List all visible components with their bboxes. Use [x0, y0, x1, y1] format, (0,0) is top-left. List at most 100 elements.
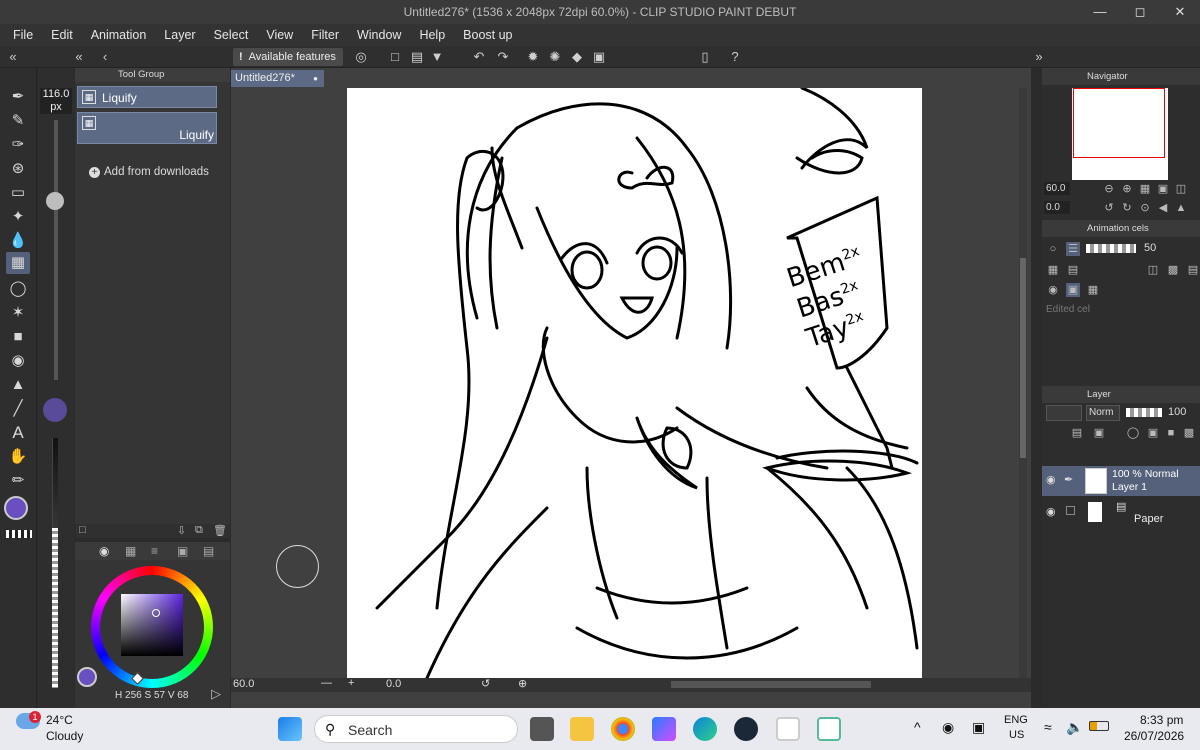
layer-color-swatch[interactable]: [1046, 405, 1082, 421]
layer-lock-alpha-icon[interactable]: ▩: [1182, 426, 1196, 440]
volume-icon[interactable]: 🔈: [1066, 719, 1083, 736]
task-view-icon[interactable]: [530, 717, 554, 741]
clip-studio-paint-icon[interactable]: [817, 717, 841, 741]
current-color-swatch[interactable]: [77, 667, 97, 687]
save-icon[interactable]: ▼: [428, 48, 446, 66]
nav-fit-icon[interactable]: ▣: [1156, 182, 1170, 196]
visibility-eye-icon[interactable]: ◉: [1046, 473, 1056, 486]
layer-new-icon[interactable]: ▤: [1070, 426, 1084, 440]
tray-app-icon[interactable]: ◉: [942, 719, 954, 736]
decoration-tool-icon[interactable]: ✦: [6, 206, 30, 228]
open-file-icon[interactable]: ▤: [408, 48, 426, 66]
collapse-right-icon[interactable]: »: [1030, 48, 1048, 66]
search-box[interactable]: ⚲ Search: [314, 715, 518, 743]
subtool-delete-icon[interactable]: 🗑: [213, 524, 227, 537]
start-icon[interactable]: [278, 717, 302, 741]
cel-new-icon[interactable]: ▦: [1046, 263, 1060, 277]
cel-folder-open-icon[interactable]: ◫: [1146, 263, 1160, 277]
cel-layers-icon[interactable]: ☰: [1066, 242, 1080, 256]
available-features-button[interactable]: ! Available features: [233, 48, 343, 66]
gradient-tool-icon[interactable]: ■: [6, 326, 30, 348]
navigator-zoom[interactable]: 60.0: [1044, 182, 1070, 195]
rotate-left-icon[interactable]: ↺: [481, 677, 490, 690]
brush-size-slider-handle[interactable]: [46, 192, 64, 210]
edge-icon[interactable]: [693, 717, 717, 741]
minimize-button[interactable]: —: [1080, 0, 1120, 24]
saturation-value-square[interactable]: [121, 594, 183, 656]
blend-mode-dropdown[interactable]: Norm: [1086, 405, 1120, 421]
tray-chevron-icon[interactable]: ^: [914, 719, 921, 735]
clear-outside-icon[interactable]: ✺: [546, 48, 564, 66]
cel-folder-icon[interactable]: ▤: [1066, 263, 1080, 277]
menu-animation[interactable]: Animation: [82, 28, 156, 42]
color-set-tab-icon[interactable]: ▦: [125, 544, 136, 558]
subtool-settings-icon[interactable]: □: [79, 524, 86, 536]
object-tool-icon[interactable]: ▲: [6, 374, 30, 396]
eraser-tool-icon[interactable]: ▭: [6, 182, 30, 204]
subtool-duplicate-icon[interactable]: ⧉: [195, 524, 203, 537]
reset-rotation-icon[interactable]: ⊕: [518, 677, 527, 690]
nav-actual-size-icon[interactable]: ▦: [1138, 182, 1152, 196]
nav-zoom-in-icon[interactable]: ⊕: [1120, 182, 1134, 196]
region-indicator[interactable]: US: [1009, 729, 1024, 741]
color-picker-cursor[interactable]: [152, 609, 160, 617]
menu-edit[interactable]: Edit: [42, 28, 82, 42]
battery-icon[interactable]: [1089, 721, 1109, 731]
layer-mask-icon[interactable]: ■: [1164, 426, 1178, 440]
color-wheel-tab-icon[interactable]: ◉: [99, 544, 109, 558]
device-icon[interactable]: ▯: [696, 48, 714, 66]
cel-image-icon[interactable]: ▤: [1186, 263, 1200, 277]
clock-date[interactable]: 26/07/2026: [1124, 729, 1184, 743]
layer-opacity-slider[interactable]: [1126, 408, 1162, 417]
menu-window[interactable]: Window: [348, 28, 410, 42]
weather-desc[interactable]: Cloudy: [46, 729, 83, 743]
nav-reset-rotate-icon[interactable]: ⊙: [1138, 201, 1152, 215]
clip-studio-icon[interactable]: ◎: [352, 48, 370, 66]
copilot-icon[interactable]: [652, 717, 676, 741]
menu-select[interactable]: Select: [205, 28, 258, 42]
zoom-out-icon[interactable]: —: [321, 677, 332, 689]
fill-tool-icon[interactable]: ◉: [6, 350, 30, 372]
nav-flip-h-icon[interactable]: ◀: [1156, 201, 1170, 215]
collapse-arrow-icon[interactable]: ‹: [96, 48, 114, 66]
airbrush-tool-icon[interactable]: ⊛: [6, 158, 30, 180]
menu-layer[interactable]: Layer: [155, 28, 204, 42]
drawing-canvas[interactable]: Bem2x Bas2x Tay2x: [347, 88, 922, 678]
hand-tool-icon[interactable]: ✋: [6, 446, 30, 468]
weather-temp[interactable]: 24°C: [46, 713, 73, 727]
nav-fit-screen-icon[interactable]: ◫: [1174, 182, 1188, 196]
brush-tool-icon[interactable]: ✑: [6, 134, 30, 156]
layer-opacity-value[interactable]: 100: [1168, 406, 1186, 418]
layer-lock-icon[interactable]: ▣: [1146, 426, 1160, 440]
cel-opacity-value[interactable]: 50: [1144, 242, 1156, 254]
color-slider-tab-icon[interactable]: ≡: [151, 544, 158, 558]
menu-boost-up[interactable]: Boost up: [454, 28, 521, 42]
help-icon[interactable]: ?: [726, 48, 744, 66]
undo-icon[interactable]: ↶: [470, 48, 488, 66]
maximize-button[interactable]: ◻: [1120, 0, 1160, 24]
navigator-viewport[interactable]: [1073, 88, 1165, 158]
text-tool-icon[interactable]: A: [6, 422, 30, 444]
layer-row-paper[interactable]: ◉ ▤ Paper: [1042, 498, 1200, 528]
lasso-tool-icon[interactable]: ◯: [6, 278, 30, 300]
file-explorer-icon[interactable]: [570, 717, 594, 741]
layer-checkbox[interactable]: [1066, 506, 1075, 515]
cel-opacity-slider[interactable]: [1086, 244, 1136, 253]
pen-tool-icon[interactable]: ✒: [6, 86, 30, 108]
cel-import-icon[interactable]: ▩: [1166, 263, 1180, 277]
intermediate-color-tab-icon[interactable]: ▣: [177, 544, 188, 558]
wifi-icon[interactable]: ≈: [1044, 719, 1052, 735]
document-tab[interactable]: Untitled276* ●: [231, 70, 324, 87]
clear-icon[interactable]: ✹: [524, 48, 542, 66]
tray-steam-icon[interactable]: ▣: [972, 719, 985, 736]
horizontal-scroll-thumb[interactable]: [671, 681, 871, 688]
visibility-eye-icon[interactable]: ◉: [1046, 505, 1056, 518]
edit-pen-icon[interactable]: ✒: [1064, 473, 1073, 486]
navigator-angle[interactable]: 0.0: [1044, 201, 1070, 214]
fill-icon[interactable]: ◆: [568, 48, 586, 66]
collapse-left-icon[interactable]: «: [4, 48, 22, 66]
menu-help[interactable]: Help: [410, 28, 454, 42]
rotation-value[interactable]: 0.0: [386, 678, 401, 690]
chrome-icon[interactable]: [611, 717, 635, 741]
vertical-scrollbar[interactable]: [1019, 88, 1027, 678]
